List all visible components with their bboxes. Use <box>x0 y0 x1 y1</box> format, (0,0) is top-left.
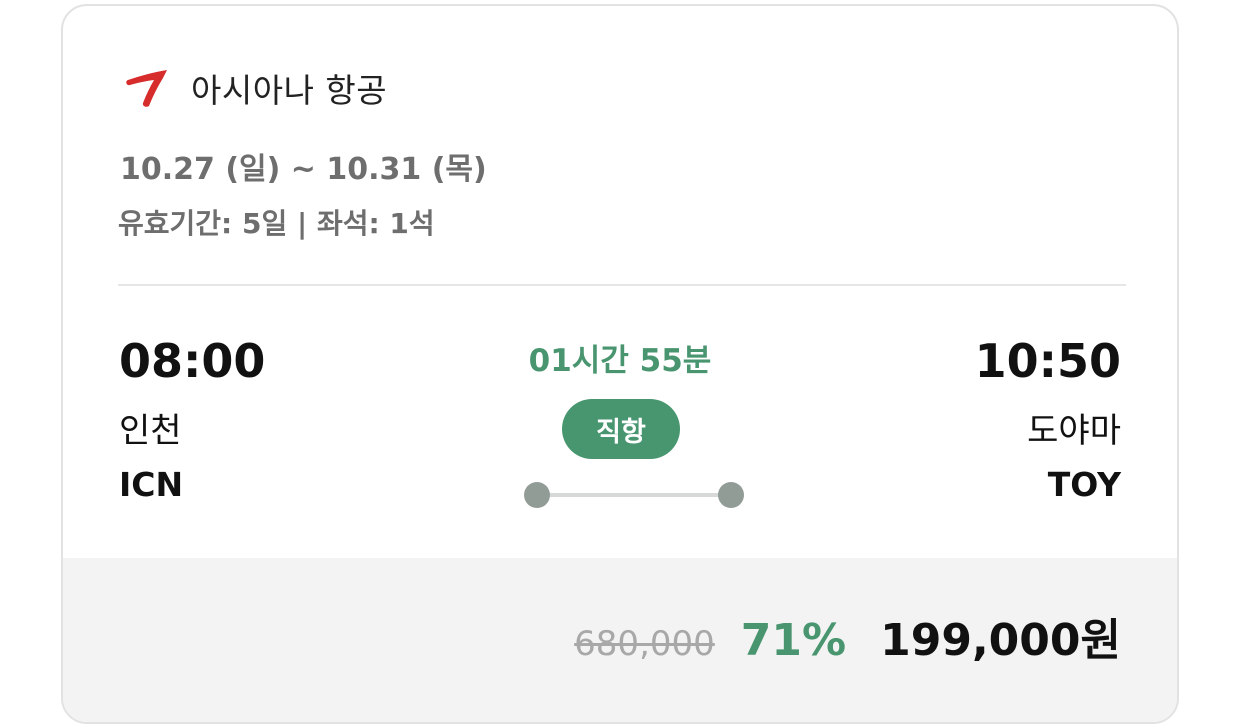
route-line <box>524 482 744 508</box>
route-end-dot-icon <box>718 482 744 508</box>
airline-name: 아시아나 항공 <box>191 71 388 110</box>
divider <box>118 284 1126 286</box>
trip-validity: 유효기간: 5일 | 좌석: 1석 <box>118 207 435 240</box>
departure-code: ICN <box>119 465 184 504</box>
route-bar <box>536 493 732 497</box>
price-row: 680,000 71% 199,000원 <box>574 604 1121 668</box>
final-price: 199,000원 <box>880 615 1121 666</box>
arrival-code: TOY <box>1047 465 1121 504</box>
original-price: 680,000 <box>574 624 715 664</box>
trip-dates: 10.27 (일) ~ 10.31 (목) <box>120 152 487 187</box>
direct-flight-badge: 직항 <box>562 399 680 459</box>
discount-rate: 71% <box>740 615 847 666</box>
departure-city: 인천 <box>119 411 182 451</box>
flight-card[interactable]: 아시아나 항공 10.27 (일) ~ 10.31 (목) 유효기간: 5일 |… <box>61 4 1179 724</box>
arrival-city: 도야마 <box>1027 411 1121 451</box>
route-start-dot-icon <box>524 482 550 508</box>
arrival-time: 10:50 <box>974 334 1121 388</box>
airline-logo-icon <box>126 70 167 107</box>
airline-header: 아시아나 항공 <box>125 64 387 112</box>
